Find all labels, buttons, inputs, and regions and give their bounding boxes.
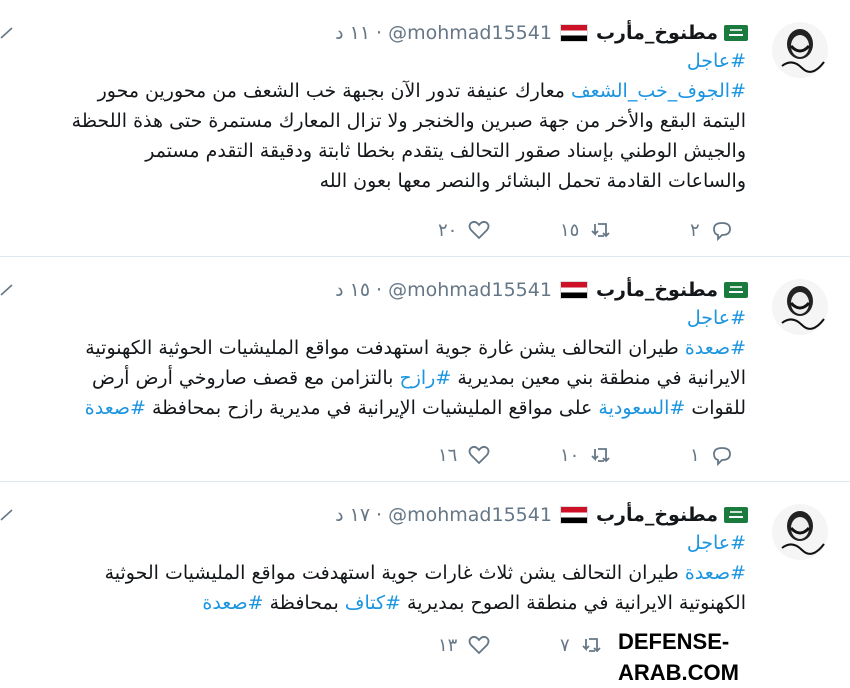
hashtag-link[interactable]: #كتاف [345,592,401,614]
tweet-text-segment: بمحافظة [263,592,345,614]
like-icon [468,635,490,655]
tweet[interactable]: مطنوخ_مأرب @mohmad15541 · ١٥ د #عاجل #صعد… [0,257,850,482]
tweet[interactable]: مطنوخ_مأرب @mohmad15541 · ١١ د #عاجل #الج… [0,0,850,257]
tweet-header: مطنوخ_مأرب @mohmad15541 · ١٧ د [335,502,748,528]
retweet-icon [591,448,610,463]
tweet-text-line: #صعدة طيران التحالف يشن غارة جوية استهدف… [8,333,746,363]
hashtag-link[interactable]: #السعودية [598,397,685,419]
like-icon [468,220,490,240]
tweet-text-line: #عاجل [8,528,746,558]
like-count: ٢٠ [438,219,458,241]
hashtag-link[interactable]: #صعدة [85,397,146,419]
yemen-flag-icon [559,506,588,524]
tweet-text-line: للقوات #السعودية على مواقع المليشيات الإ… [8,393,746,423]
hashtag-link[interactable]: #عاجل [687,532,746,554]
retweet-button[interactable]: ٧ [560,633,604,657]
like-button[interactable]: ١٣ [438,633,491,657]
tweet-text-line: والجيش الوطني بإسناد صقور التحالف يتقدم … [8,136,746,166]
display-name[interactable]: مطنوخ_مأرب [596,20,718,46]
like-count: ١٣ [438,634,458,656]
retweet-count: ٧ [560,634,570,656]
display-name[interactable]: مطنوخ_مأرب [596,502,718,528]
tweet-text-segment: اليتمة البقع والأخر من جهة صبرين والخنجر… [71,110,746,132]
like-button[interactable]: ٢٠ [438,218,491,242]
user-handle[interactable]: @mohmad15541 [388,20,552,46]
tweet-text-segment: للقوات [685,397,746,419]
retweet-button[interactable]: ١٥ [560,218,613,242]
separator-dot: · [376,504,383,526]
user-handle[interactable]: @mohmad15541 [388,502,552,528]
display-name[interactable]: مطنوخ_مأرب [596,277,718,303]
tweet-actions: ١ ١٠ ١٦ [0,443,750,471]
caret-down-icon[interactable] [0,508,14,522]
reply-count: ١ [690,444,700,466]
hashtag-link[interactable]: #عاجل [687,50,746,72]
reply-button[interactable]: ١ [690,443,734,467]
saudi-flag-icon [724,507,748,523]
tweet-text-segment: على مواقع المليشيات الإيرانية في مديرية … [145,397,599,419]
reply-count: ٢ [690,219,700,241]
reply-button[interactable]: ٢ [690,218,734,242]
tweet-text-line: الكهنوتية الايرانية في منطقة الصوح بمدير… [8,588,746,618]
tweet-text-segment: بالتزامن مع قصف صاروخي أرض أرض [91,367,400,389]
timestamp[interactable]: ١٧ د [335,502,370,528]
avatar[interactable] [772,504,828,560]
hashtag-link[interactable]: #صعدة [685,562,746,584]
tweet-text-segment: الكهنوتية الايرانية في منطقة الصوح بمدير… [400,592,746,614]
hashtag-link[interactable]: #الجوف_خب_الشعف [571,80,746,102]
tweet-text-line: #عاجل [8,303,746,333]
tweet-header: مطنوخ_مأرب @mohmad15541 · ١٥ د [335,277,748,303]
tweet-text: #عاجل #صعدة طيران التحالف يشن غارة جوية ا… [8,303,746,423]
hashtag-link[interactable]: #عاجل [687,307,746,329]
user-handle[interactable]: @mohmad15541 [388,277,552,303]
tweet-text-segment: والجيش الوطني بإسناد صقور التحالف يتقدم … [145,140,746,162]
avatar[interactable] [772,22,828,78]
retweet-icon [591,223,610,238]
tweet-text-line: والساعات القادمة تحمل البشائر والنصر معه… [8,166,746,196]
tweet-text-segment: الايرانية في منطقة بني معين بمديرية [451,367,746,389]
tweet-text-segment: معارك عنيفة تدور الآن بجبهة خب الشعف من … [97,80,571,102]
tweet-text: #عاجل #صعدة طيران التحالف يشن ثلاث غارات … [8,528,746,618]
hashtag-link[interactable]: #صعدة [685,337,746,359]
tweet-text-segment: طيران التحالف يشن غارة جوية استهدفت مواق… [85,337,685,359]
like-count: ١٦ [438,444,458,466]
timestamp[interactable]: ١١ د [335,20,370,46]
saudi-flag-icon [724,282,748,298]
watermark-text: DEFENSE-ARAB.COM [612,626,850,685]
hashtag-link[interactable]: #رازح [399,367,451,389]
caret-down-icon[interactable] [0,283,14,297]
caret-down-icon[interactable] [0,26,14,40]
avatar[interactable] [772,279,828,335]
tweet-text-segment: والساعات القادمة تحمل البشائر والنصر معه… [319,170,746,192]
tweet-text-line: الايرانية في منطقة بني معين بمديرية #راز… [8,363,746,393]
tweet-text-line: #الجوف_خب_الشعف معارك عنيفة تدور الآن بج… [8,76,746,106]
reply-icon [712,222,731,242]
yemen-flag-icon [559,24,588,42]
tweet-actions: ٢ ١٥ ٢٠ [0,218,750,246]
retweet-button[interactable]: ١٠ [560,443,613,467]
like-icon [468,445,490,465]
separator-dot: · [376,279,383,301]
tweet-text-line: #صعدة طيران التحالف يشن ثلاث غارات جوية … [8,558,746,588]
tweet-header: مطنوخ_مأرب @mohmad15541 · ١١ د [335,20,748,46]
reply-icon [712,447,731,467]
tweet-text: #عاجل #الجوف_خب_الشعف معارك عنيفة تدور ال… [8,46,746,196]
timestamp[interactable]: ١٥ د [335,277,370,303]
tweet-text-line: #عاجل [8,46,746,76]
retweet-count: ١٠ [560,444,580,466]
hashtag-link[interactable]: #صعدة [202,592,263,614]
tweet-text-line: اليتمة البقع والأخر من جهة صبرين والخنجر… [8,106,746,136]
saudi-flag-icon [724,25,748,41]
separator-dot: · [376,22,383,44]
tweet-text-segment: طيران التحالف يشن ثلاث غارات جوية استهدف… [104,562,685,584]
like-button[interactable]: ١٦ [438,443,491,467]
yemen-flag-icon [559,281,588,299]
retweet-icon [582,638,601,653]
retweet-count: ١٥ [560,219,580,241]
